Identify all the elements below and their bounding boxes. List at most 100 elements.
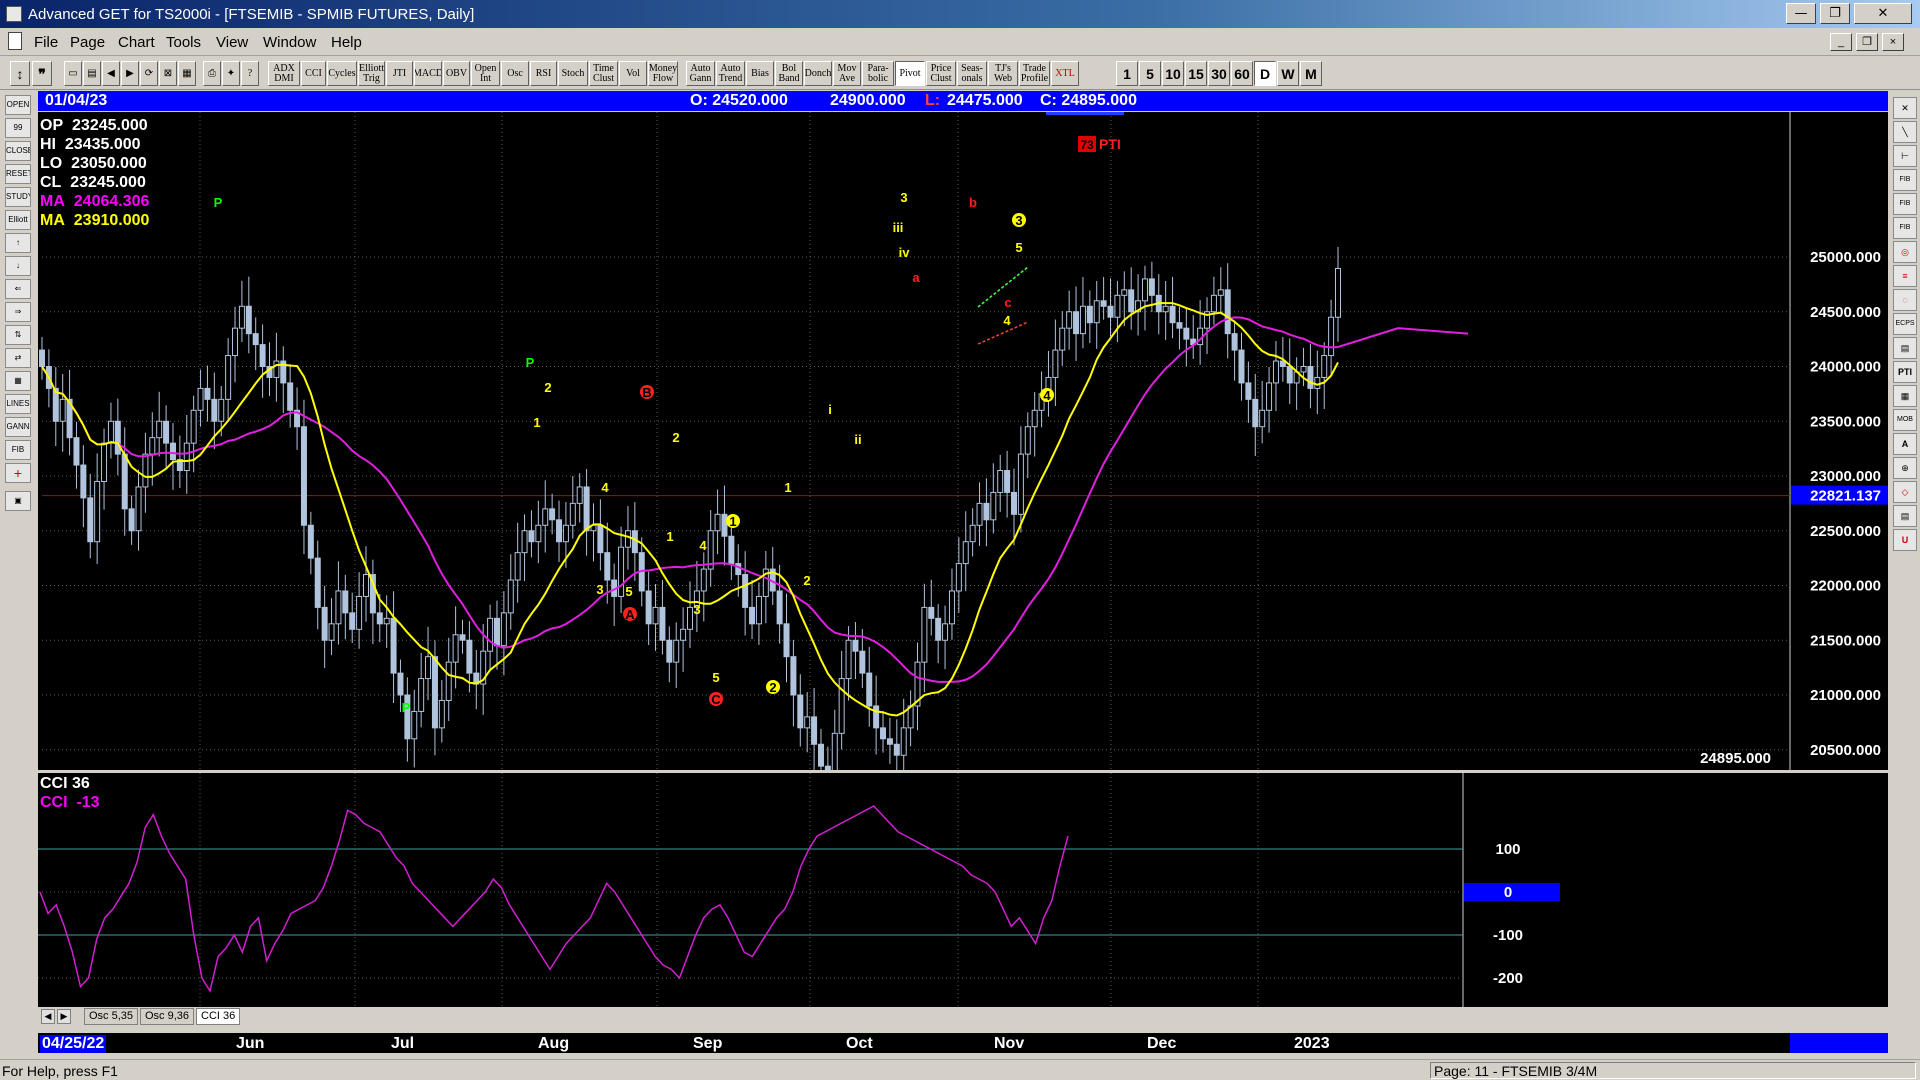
- lt-horizontal-icon[interactable]: ⇄: [5, 348, 31, 368]
- tb-trade-profile[interactable]: Trade Profile: [1019, 61, 1050, 86]
- lt-elliott-icon[interactable]: Elliott: [5, 210, 31, 230]
- lt-study-icon[interactable]: STUDY: [5, 187, 31, 207]
- tab-osc-9-36[interactable]: Osc 9,36: [140, 1008, 195, 1025]
- cci-pane[interactable]: 100 0 -100 -200 CCI 36 CCI -13: [38, 773, 1888, 1007]
- lt-gann-icon[interactable]: GANN: [5, 417, 31, 437]
- lt-close-icon[interactable]: CLOSE: [5, 141, 31, 161]
- menu-page[interactable]: Page: [70, 34, 105, 51]
- tb-pivot[interactable]: Pivot: [895, 61, 925, 86]
- tb-vol[interactable]: Vol: [619, 61, 647, 86]
- tb-osc[interactable]: Osc: [501, 61, 529, 86]
- tb-bias[interactable]: Bias: [746, 61, 774, 86]
- menu-view[interactable]: View: [216, 34, 248, 51]
- delete-icon[interactable]: ⊠: [159, 61, 177, 86]
- rt-cross-icon[interactable]: ✕: [1893, 97, 1917, 119]
- cci-chart[interactable]: 100 0 -100 -200: [38, 773, 1888, 1007]
- rt-mob-icon[interactable]: MOB: [1893, 409, 1917, 431]
- refresh-icon[interactable]: ⟳: [140, 61, 158, 86]
- mdi-restore-button[interactable]: ❐: [1856, 33, 1878, 51]
- tb-jti[interactable]: JTI: [386, 61, 413, 86]
- tb-elliott-trig[interactable]: Elliott Trig: [358, 61, 385, 86]
- quote-tool-icon[interactable]: ❞: [32, 61, 52, 86]
- menu-file[interactable]: File: [34, 34, 58, 51]
- tb-money-flow[interactable]: Money Flow: [648, 61, 678, 86]
- scroll-right-icon[interactable]: ▶: [121, 61, 139, 86]
- rt-fan-icon[interactable]: ≡: [1893, 265, 1917, 287]
- lt-crosshair-icon[interactable]: +: [5, 463, 31, 483]
- open-page-icon[interactable]: ▤: [83, 61, 101, 86]
- menu-help[interactable]: Help: [331, 34, 362, 51]
- lt-open-icon[interactable]: OPEN: [5, 95, 31, 115]
- new-page-icon[interactable]: ▭: [64, 61, 82, 86]
- interval-30[interactable]: 30: [1208, 61, 1230, 86]
- menu-window[interactable]: Window: [263, 34, 316, 51]
- lt-arrow-up-icon[interactable]: ↑: [5, 233, 31, 253]
- tb-auto-trend[interactable]: Auto Trend: [716, 61, 745, 86]
- tb-tjs-web[interactable]: TJ's Web: [988, 61, 1018, 86]
- tb-obv[interactable]: OBV: [443, 61, 470, 86]
- help-pointer-icon[interactable]: ?: [241, 61, 259, 86]
- tb-bol-band[interactable]: Bol Band: [775, 61, 803, 86]
- interval-d[interactable]: D: [1254, 61, 1276, 86]
- grid-icon[interactable]: ▦: [178, 61, 196, 86]
- document-icon[interactable]: [8, 32, 22, 50]
- mdi-close-button[interactable]: ×: [1882, 33, 1904, 51]
- print-icon[interactable]: ⎙: [203, 61, 221, 86]
- lt-grid-icon[interactable]: ▦: [5, 371, 31, 391]
- tb-parabolic[interactable]: Para-bolic: [862, 61, 894, 86]
- mdi-minimize-button[interactable]: _: [1830, 33, 1852, 51]
- scroll-left-icon[interactable]: ◀: [102, 61, 120, 86]
- lt-lines-icon[interactable]: LINES: [5, 394, 31, 414]
- close-button[interactable]: ✕: [1854, 3, 1912, 24]
- price-chart-pane[interactable]: 25000.000 24500.000 24000.000 23500.000 2300…: [38, 112, 1888, 770]
- tab-osc-5-35[interactable]: Osc 5,35: [84, 1008, 139, 1025]
- tb-rsi[interactable]: RSI: [530, 61, 557, 86]
- lt-arrow-down-icon[interactable]: ↓: [5, 256, 31, 276]
- rt-list-icon[interactable]: ▤: [1893, 505, 1917, 527]
- rt-zoom-icon[interactable]: ⊕: [1893, 457, 1917, 479]
- rt-fib-ret-icon[interactable]: FIB RET: [1893, 169, 1917, 191]
- rt-fib-ext-icon[interactable]: FIB EXT: [1893, 193, 1917, 215]
- price-chart[interactable]: 25000.000 24500.000 24000.000 23500.000 2300…: [38, 112, 1888, 770]
- lt-fib-icon[interactable]: FIB: [5, 440, 31, 460]
- rt-pti-icon[interactable]: PTI: [1893, 361, 1917, 383]
- tb-mov-ave[interactable]: Mov Ave: [833, 61, 861, 86]
- minimize-button[interactable]: —: [1786, 3, 1816, 24]
- rt-arc-icon[interactable]: ◌: [1893, 289, 1917, 311]
- tb-seasonals[interactable]: Seas-onals: [957, 61, 987, 86]
- interval-1[interactable]: 1: [1116, 61, 1138, 86]
- rt-undo-icon[interactable]: U: [1893, 529, 1917, 551]
- interval-60[interactable]: 60: [1231, 61, 1253, 86]
- lt-reset-icon[interactable]: RESET: [5, 164, 31, 184]
- menu-tools[interactable]: Tools: [166, 34, 201, 51]
- rt-fib-time-icon[interactable]: FIB TIME: [1893, 217, 1917, 239]
- interval-5[interactable]: 5: [1139, 61, 1161, 86]
- menu-chart[interactable]: Chart: [118, 34, 155, 51]
- maximize-button[interactable]: ❐: [1820, 3, 1850, 24]
- tb-auto-gann[interactable]: Auto Gann: [686, 61, 715, 86]
- interval-m[interactable]: M: [1300, 61, 1322, 86]
- tb-time-clust[interactable]: Time Clust: [589, 61, 618, 86]
- rt-text-icon[interactable]: A: [1893, 433, 1917, 455]
- interval-10[interactable]: 10: [1162, 61, 1184, 86]
- lt-window-icon[interactable]: ▣: [5, 491, 31, 511]
- rt-diamond-icon[interactable]: ◇: [1893, 481, 1917, 503]
- tab-scroll-left-icon[interactable]: ◀: [41, 1009, 55, 1024]
- tb-cci[interactable]: CCI: [301, 61, 326, 86]
- lt-arrow-left-icon[interactable]: ⇐: [5, 279, 31, 299]
- rt-grid-icon[interactable]: ▦: [1893, 385, 1917, 407]
- interval-15[interactable]: 15: [1185, 61, 1207, 86]
- rt-channel-icon[interactable]: ⊢: [1893, 145, 1917, 167]
- tb-price-clust[interactable]: Price Clust: [926, 61, 956, 86]
- tb-macd[interactable]: MACD: [414, 61, 442, 86]
- rt-bars-icon[interactable]: ▤: [1893, 337, 1917, 359]
- interval-w[interactable]: W: [1277, 61, 1299, 86]
- tb-cycles[interactable]: Cycles: [327, 61, 357, 86]
- app-icon[interactable]: [6, 6, 22, 22]
- rt-circle-icon[interactable]: ◎: [1893, 241, 1917, 263]
- rt-ecps-icon[interactable]: ECPS: [1893, 313, 1917, 335]
- pointer-tool-icon[interactable]: ↕: [10, 61, 30, 86]
- rt-line-icon[interactable]: ╲: [1893, 121, 1917, 143]
- tab-scroll-right-icon[interactable]: ▶: [57, 1009, 71, 1024]
- tb-donch[interactable]: Donch: [804, 61, 832, 86]
